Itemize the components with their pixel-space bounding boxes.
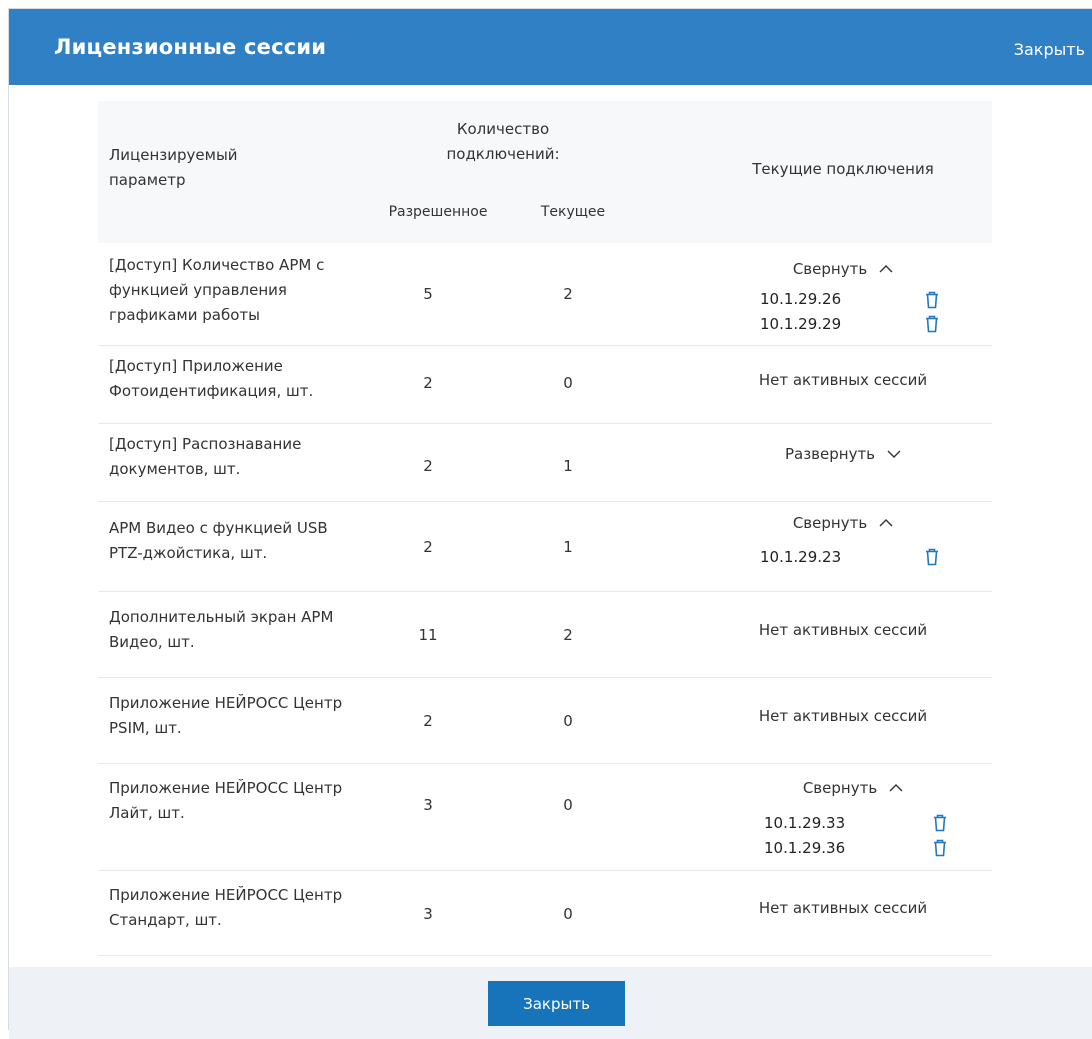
row-current: 2 — [563, 285, 573, 303]
row-current: 1 — [563, 538, 573, 556]
close-button[interactable]: Закрыть — [488, 981, 625, 1026]
row-allowed: 11 — [418, 626, 438, 644]
row-current: 0 — [563, 374, 573, 392]
header-param: Лицензируемый параметр — [109, 146, 238, 189]
row-param: Приложение НЕЙРОСС Центр Лайт, шт. — [109, 779, 343, 822]
chevron-up-icon — [879, 512, 893, 537]
table-row: [Доступ] Приложение Фотоидентификация, ш… — [98, 346, 992, 424]
row-current: 1 — [563, 457, 573, 475]
toggle-label: Свернуть — [792, 260, 868, 278]
row-param: [Доступ] Приложение Фотоидентификация, ш… — [109, 357, 314, 400]
header-close-link[interactable]: Закрыть — [1014, 40, 1085, 59]
license-sessions-dialog: Лицензионные сессии Закрыть Лицензируемы… — [8, 8, 1092, 1039]
table-row: Приложение НЕЙРОСС Центр Лайт, шт. 3 0 С… — [98, 764, 992, 871]
dialog-title: Лицензионные сессии — [54, 35, 327, 59]
toggle-label: Развернуть — [784, 445, 876, 463]
no-sessions-text: Нет активных сессий — [758, 899, 928, 917]
table-row: [Доступ] Количество АРМ с функцией управ… — [98, 243, 992, 346]
header-count-group: Количество подключений: — [446, 120, 560, 163]
dialog-footer: Закрыть — [9, 967, 1092, 1039]
row-current: 2 — [563, 626, 573, 644]
trash-icon[interactable] — [932, 814, 948, 832]
row-param: Приложение НЕЙРОСС Центр Стандарт, шт. — [109, 886, 343, 929]
no-sessions-text: Нет активных сессий — [758, 621, 928, 639]
session-ip: 10.1.29.26 — [760, 290, 842, 308]
trash-icon[interactable] — [924, 291, 940, 309]
no-sessions-text: Нет активных сессий — [758, 707, 928, 725]
session-ip: 10.1.29.23 — [760, 548, 842, 566]
license-table: Лицензируемый параметр Количество подклю… — [98, 101, 992, 956]
row-allowed: 2 — [423, 712, 433, 730]
toggle-label: Свернуть — [792, 514, 868, 532]
table-row: Приложение НЕЙРОСС Центр Стандарт, шт. 3… — [98, 871, 992, 956]
trash-icon[interactable] — [932, 839, 948, 857]
table-row: АРМ Видео с функцией USB PTZ-джойстика, … — [98, 502, 992, 592]
trash-icon[interactable] — [924, 315, 940, 333]
row-current: 0 — [563, 796, 573, 814]
table-row: Приложение НЕЙРОСС Центр PSIM, шт. 2 0 Н… — [98, 678, 992, 764]
row-allowed: 3 — [423, 905, 433, 923]
row-allowed: 3 — [423, 796, 433, 814]
session-ip: 10.1.29.36 — [764, 839, 846, 857]
sessions-toggle[interactable]: Развернуть — [693, 442, 993, 468]
row-param: [Доступ] Распознавание документов, шт. — [109, 435, 302, 478]
chevron-down-icon — [887, 443, 901, 468]
table-row: [Доступ] Распознавание документов, шт. 2… — [98, 424, 992, 502]
table-row: Дополнительный экран АРМ Видео, шт. 11 2… — [98, 592, 992, 678]
chevron-up-icon — [889, 777, 903, 802]
dialog-header: Лицензионные сессии Закрыть — [9, 9, 1092, 85]
session-ip: 10.1.29.33 — [764, 814, 846, 832]
row-param: Приложение НЕЙРОСС Центр PSIM, шт. — [109, 694, 343, 737]
header-current: Текущее — [540, 204, 606, 220]
sessions-toggle[interactable]: Свернуть — [703, 776, 1003, 802]
table-header: Лицензируемый параметр Количество подклю… — [98, 101, 992, 243]
toggle-label: Свернуть — [802, 779, 878, 797]
sessions-toggle[interactable]: Свернуть — [693, 511, 993, 537]
row-allowed: 2 — [423, 538, 433, 556]
header-allowed: Разрешенное — [388, 204, 488, 220]
session-ip: 10.1.29.29 — [760, 315, 842, 333]
row-allowed: 2 — [423, 374, 433, 392]
header-sessions: Текущие подключения — [752, 160, 934, 178]
row-current: 0 — [563, 712, 573, 730]
no-sessions-text: Нет активных сессий — [758, 371, 928, 389]
row-current: 0 — [563, 905, 573, 923]
chevron-up-icon — [879, 258, 893, 283]
sessions-toggle[interactable]: Свернуть — [693, 257, 993, 283]
row-param: [Доступ] Количество АРМ с функцией управ… — [109, 256, 325, 324]
row-allowed: 2 — [423, 457, 433, 475]
row-param: Дополнительный экран АРМ Видео, шт. — [109, 608, 334, 651]
trash-icon[interactable] — [924, 548, 940, 566]
row-allowed: 5 — [423, 285, 433, 303]
row-param: АРМ Видео с функцией USB PTZ-джойстика, … — [109, 519, 328, 562]
